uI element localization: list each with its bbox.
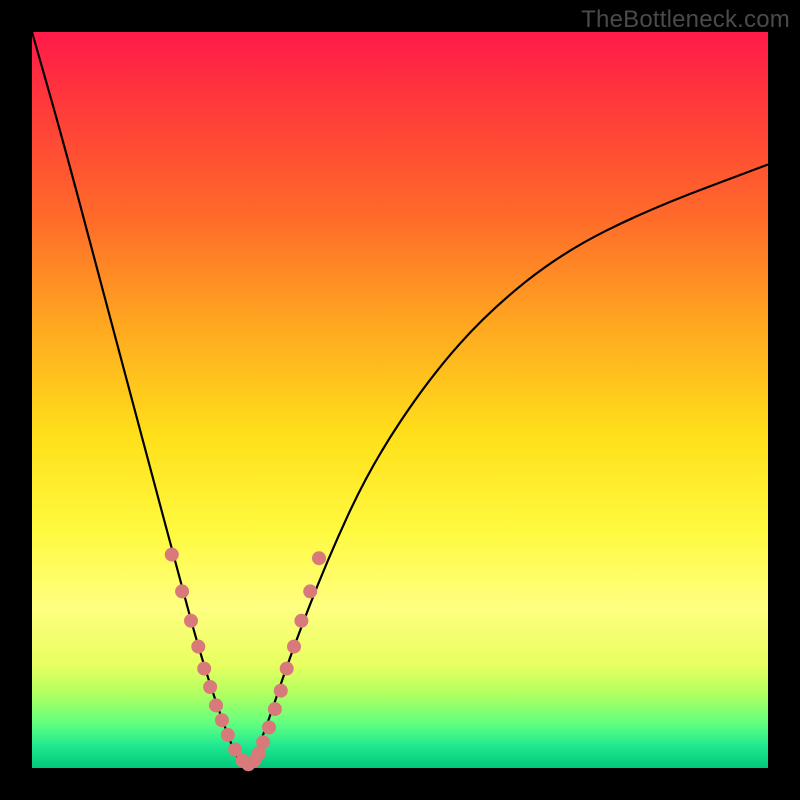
marker-dot xyxy=(262,721,276,735)
marker-dot xyxy=(312,551,326,565)
marker-dot xyxy=(303,584,317,598)
marker-dot xyxy=(294,614,308,628)
chart-frame: TheBottleneck.com xyxy=(0,0,800,800)
marker-dot xyxy=(215,713,229,727)
marker-dot xyxy=(287,640,301,654)
marker-dot xyxy=(203,680,217,694)
marker-dot xyxy=(274,684,288,698)
marker-dot xyxy=(165,548,179,562)
bottleneck-curve xyxy=(32,32,768,766)
marker-dot xyxy=(209,698,223,712)
watermark-text: TheBottleneck.com xyxy=(581,6,790,34)
chart-svg xyxy=(32,32,768,768)
marker-dot xyxy=(197,662,211,676)
plot-area xyxy=(32,32,768,768)
marker-dot xyxy=(268,702,282,716)
marker-dot xyxy=(256,735,270,749)
marker-dot xyxy=(221,728,235,742)
marker-dot xyxy=(175,584,189,598)
marker-group xyxy=(165,548,326,772)
marker-dot xyxy=(184,614,198,628)
marker-dot xyxy=(280,662,294,676)
marker-dot xyxy=(191,640,205,654)
